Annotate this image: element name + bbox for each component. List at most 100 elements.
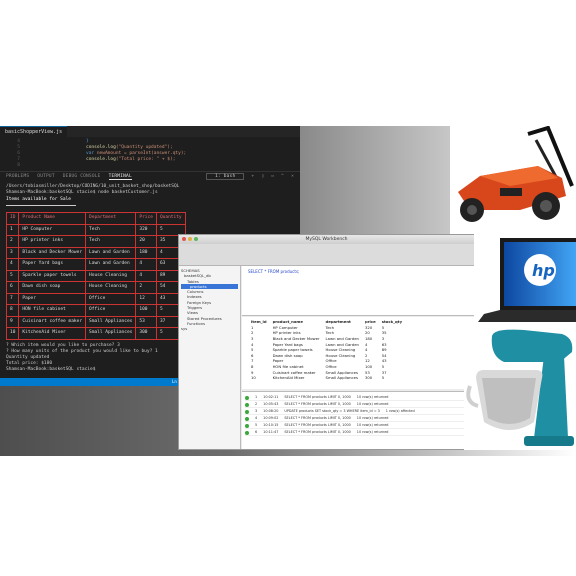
editor-tab[interactable]: basicShopperView.js <box>0 126 68 137</box>
log-cell: 10:10:15 <box>263 423 279 427</box>
lawn-mower-image <box>450 125 576 234</box>
table-cell: Black and Decker Mower <box>18 246 87 259</box>
table-header-cell: Quantity <box>155 212 186 225</box>
result-cell: Cuisinart coffee maker <box>272 369 316 375</box>
table-cell: Tech <box>85 223 137 236</box>
schema-sidebar: SCHEMAS basketSQL_db Tables products Columns… <box>179 266 241 449</box>
add-terminal-icon[interactable]: + <box>251 174 254 179</box>
result-cell: 10 <box>251 375 256 381</box>
table-row: 10 KitchenAid Mixer Small Appliances 300 5 <box>5 327 186 340</box>
query-text: SELECT * FROM products; <box>248 269 300 274</box>
sidebar-item[interactable]: sys <box>181 326 238 331</box>
tab-output[interactable]: OUTPUT <box>37 174 54 179</box>
success-icon <box>245 416 249 421</box>
log-row: 1 10:02:11 SELECT * FROM products LIMIT 0,… <box>245 394 471 401</box>
table-row: 8 HON file cabinet Office 100 5 <box>5 304 186 317</box>
query-editor[interactable]: SELECT * FROM products; <box>242 266 474 316</box>
log-cell: SELECT * FROM products LIMIT 0, 1000 <box>284 395 351 399</box>
table-header-cell: Price <box>135 212 157 225</box>
table-cell: House Cleaning <box>85 281 137 294</box>
log-cell: 10:02:11 <box>263 395 279 399</box>
success-icon <box>245 409 249 414</box>
log-cell: SELECT * FROM products LIMIT 0, 1000 <box>284 416 351 420</box>
log-cell: 1 row(s) affected <box>385 409 415 413</box>
tab-terminal[interactable]: TERMINAL <box>108 174 132 180</box>
panel-tab-bar: PROBLEMS OUTPUT DEBUG CONSOLE TERMINAL 1… <box>0 171 300 181</box>
table-row: 5 Sparkle paper towels House Cleaning 4 89 <box>5 269 186 282</box>
table-cell: Paper Yard bags <box>18 258 87 271</box>
table-cell: Lawn and Garden <box>85 246 137 259</box>
tab-problems[interactable]: PROBLEMS <box>6 174 29 179</box>
table-cell: 4 <box>5 258 20 271</box>
table-cell: 4 <box>135 258 157 271</box>
result-cell: Small Appliances <box>325 375 358 381</box>
log-cell: 10:05:43 <box>263 402 279 406</box>
table-cell: 53 <box>135 315 157 328</box>
code-editor[interactable]: 4 5 6 7 8 } console.log("Quantity update… <box>0 137 300 171</box>
result-grid[interactable]: item_id product_name department price stock_… <box>242 317 474 389</box>
table-cell: 2 <box>5 235 20 248</box>
result-row[interactable]: 10 KitchenAid Mixer Small Appliances 300 5 <box>248 375 405 381</box>
toolbar <box>179 244 474 266</box>
action-output-log: 1 10:02:11 SELECT * FROM products LIMIT 0,… <box>242 391 474 449</box>
table-cell: 9 <box>5 315 20 328</box>
result-cell: 300 <box>364 375 373 381</box>
result-cell: Black and Decker Mower <box>272 336 320 342</box>
table-cell: 7 <box>5 292 20 305</box>
line-number: 8 <box>17 163 20 168</box>
table-cell: 3 <box>5 246 20 259</box>
window-controls[interactable] <box>182 237 198 241</box>
table-cell: 4 <box>135 269 157 282</box>
log-cell: 5 <box>255 423 258 427</box>
result-cell: Lawn and Garden <box>325 336 359 342</box>
table-cell: 8 <box>5 304 20 317</box>
table-row: 7 Paper Office 12 43 <box>5 292 186 305</box>
items-table: ID Product Name Department Price Quantity 1H… <box>5 212 186 340</box>
success-icon <box>245 395 249 400</box>
result-cell: 5 <box>381 375 385 381</box>
table-cell: KitchenAid Mixer <box>18 327 87 340</box>
result-header-cell: stock_qty <box>381 319 403 325</box>
heading-rule <box>6 205 76 206</box>
log-cell: 4 <box>255 416 258 420</box>
tab-debug-console[interactable]: DEBUG CONSOLE <box>63 174 101 179</box>
trash-icon[interactable]: ▭ <box>271 174 274 179</box>
result-body: 1 HP Computer Tech 320 5 2 HP printer inks Tech… <box>248 325 405 381</box>
split-icon[interactable]: ▯ <box>261 174 264 179</box>
table-cell: 12 <box>135 292 157 305</box>
table-header-row: ID Product Name Department Price Quantity <box>5 212 186 225</box>
items-heading: Items available for Sale <box>6 197 72 202</box>
log-cell: SELECT * FROM products LIMIT 0, 1000 <box>284 423 351 427</box>
log-cell: UPDATE products SET stock_qty = 3 WHERE … <box>284 409 380 413</box>
result-cell: Lawn and Garden <box>325 341 359 347</box>
log-cell: 10 row(s) returned <box>356 395 389 399</box>
window-title: MySQL Workbench <box>305 237 348 242</box>
table-header-cell: Department <box>85 212 137 225</box>
table-cell: Paper <box>18 292 87 305</box>
table-row: 4 Paper Yard bags Lawn and Garden 4 63 <box>5 258 186 271</box>
table-cell: 100 <box>135 304 157 317</box>
table-cell: 300 <box>135 327 157 340</box>
table-cell: Lawn and Garden <box>85 258 137 271</box>
log-cell: 10 row(s) returned <box>356 416 389 420</box>
table-cell: Cuisinart coffee maker <box>18 315 87 328</box>
log-cell: SELECT * FROM products LIMIT 0, 1000 <box>284 402 351 406</box>
stand-mixer-image <box>464 326 576 450</box>
close-icon[interactable]: × <box>291 174 294 179</box>
prompt-line: Shamsan-MacBook:basketSQL stacie$ node b… <box>6 190 158 195</box>
table-cell: 5 <box>5 269 20 282</box>
table-cell: HON file cabinet <box>18 304 87 317</box>
log-cell: 1 <box>255 395 258 399</box>
table-cell: HP Computer <box>18 223 87 236</box>
chevron-up-icon[interactable]: ^ <box>281 174 284 179</box>
table-row: 6 Dawn dish soap House Cleaning 2 54 <box>5 281 186 294</box>
table-cell: 6 <box>5 281 20 294</box>
terminal-select[interactable]: 1: bash <box>206 173 245 180</box>
table-header-cell: ID <box>5 212 20 225</box>
log-row: 3 10:08:20 UPDATE products SET stock_qty =… <box>245 408 471 415</box>
success-icon <box>245 402 249 407</box>
hp-logo-text: hp <box>532 261 555 280</box>
editor-tab-bar: basicShopperView.js <box>0 126 300 137</box>
table-header-cell: Product Name <box>18 212 87 225</box>
log-cell: 6 <box>255 430 258 434</box>
